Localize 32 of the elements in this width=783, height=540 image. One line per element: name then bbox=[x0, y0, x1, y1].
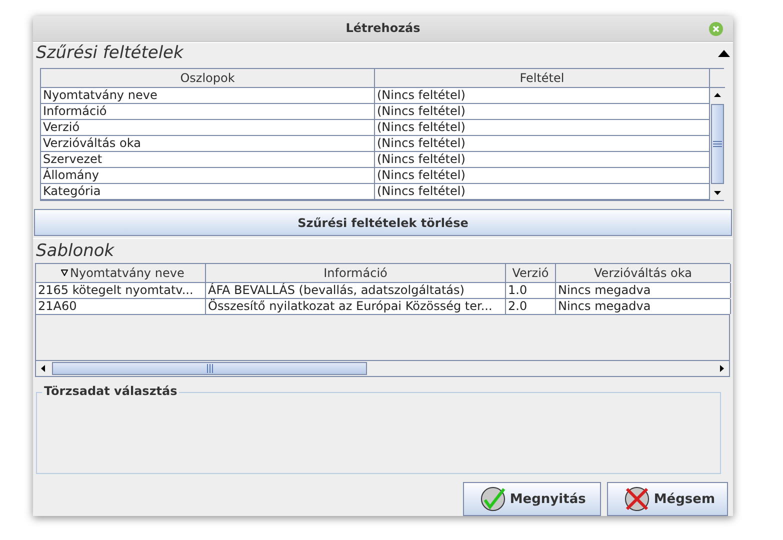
cross-icon bbox=[624, 486, 650, 512]
grip-icon bbox=[713, 141, 722, 148]
table-cell: Szervezet bbox=[41, 152, 375, 168]
window-title: Létrehozás bbox=[346, 21, 420, 36]
dialog-button[interactable]: Mégsem bbox=[606, 482, 728, 516]
sort-icon bbox=[61, 269, 68, 276]
table-cell: Információ bbox=[41, 104, 375, 120]
table-cell: 2.0 bbox=[506, 298, 556, 314]
group-title: Törzsadat választás bbox=[42, 384, 180, 398]
scrollbar[interactable] bbox=[36, 360, 729, 376]
clear-filters-button[interactable]: Szűrési feltételek törlése bbox=[34, 209, 732, 236]
table-cell: 21A60 bbox=[36, 298, 206, 314]
table-cell: 2165 kötegelt nyomtatv... bbox=[36, 282, 206, 298]
table-cell: Állomány bbox=[41, 168, 375, 184]
table-cell: Nincs megadva bbox=[556, 298, 731, 314]
section-title: Sablonok bbox=[36, 240, 114, 261]
dialog-button[interactable]: Megnyitás bbox=[462, 482, 601, 516]
table-cell: Verzió bbox=[41, 120, 375, 136]
table-cell: Összesítő nyilatkozat az Európai Közösség ter... bbox=[206, 298, 506, 314]
table-cell: 1.0 bbox=[506, 282, 556, 298]
table-cell: ÁFA BEVALLÁS (bevallás, adatszolgáltatás) bbox=[206, 282, 506, 298]
collapse-icon[interactable] bbox=[718, 50, 730, 57]
grip-icon bbox=[206, 364, 212, 374]
scrollbar[interactable] bbox=[709, 69, 725, 200]
table-cell: Verzióváltás oka bbox=[41, 136, 375, 152]
table-cell: Kategória bbox=[41, 184, 375, 200]
table-cell: Nyomtatvány neve bbox=[41, 88, 375, 104]
check-icon bbox=[480, 486, 506, 512]
scroll-thumb[interactable] bbox=[52, 362, 367, 376]
table-cell: Nincs megadva bbox=[556, 282, 731, 298]
scroll-thumb[interactable] bbox=[711, 104, 724, 184]
section-title: Szűrési feltételek bbox=[36, 43, 184, 64]
